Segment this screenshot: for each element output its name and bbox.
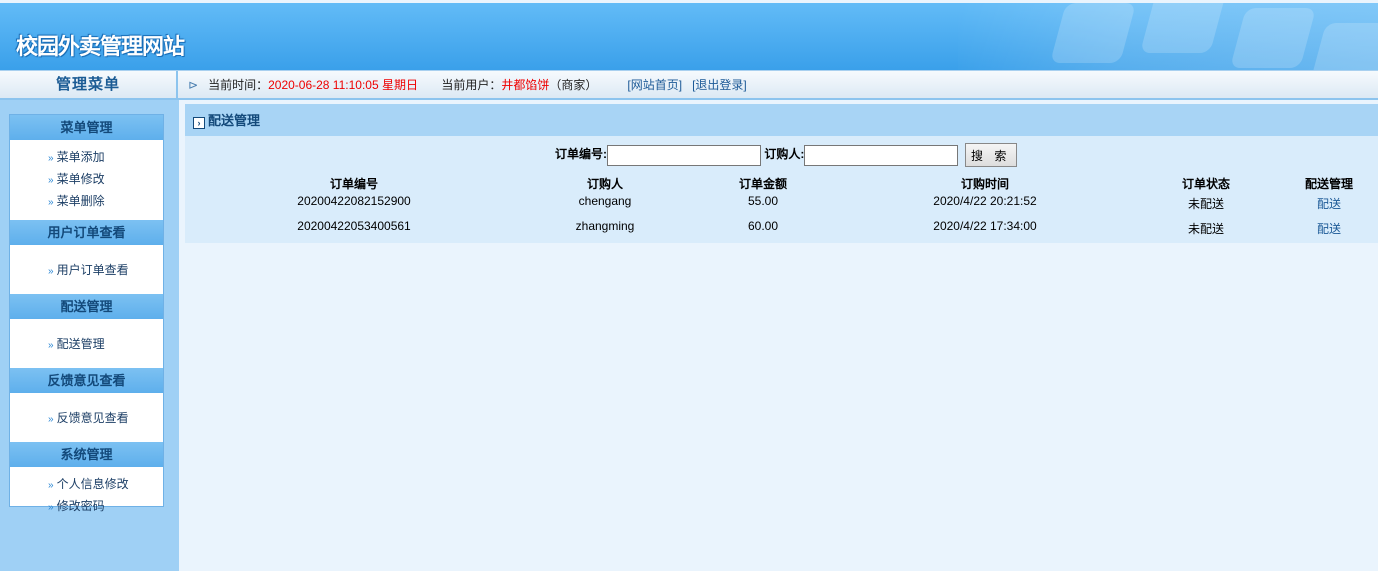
menu-group-title: 用户订单查看 xyxy=(10,220,163,245)
order-no-label: 订单编号: xyxy=(555,147,607,162)
double-chevron-icon: » xyxy=(48,414,54,425)
table-cell: 未配送 xyxy=(1187,197,1225,211)
expand-icon: › xyxy=(193,117,205,129)
table-cell: 60.00 xyxy=(747,219,779,233)
menu-item-label: 菜单添加 xyxy=(56,150,105,164)
menu-group-items: » 配送管理 xyxy=(10,319,163,368)
buyer-input[interactable] xyxy=(804,144,959,166)
menu-item[interactable]: » 配送管理 xyxy=(48,334,163,356)
menu-group-items: » 用户订单查看 xyxy=(10,245,163,294)
search-form: 订单编号: 订购人: 搜 索 xyxy=(555,143,1017,167)
menu-item-label: 菜单删除 xyxy=(56,194,105,208)
menu-group-title: 菜单管理 xyxy=(10,115,163,140)
top-info-bar: 管理菜单 ⊳ 当前时间：2020-06-28 11:10:05 星期日 当前用户… xyxy=(0,70,1378,100)
buyer-label: 订购人: xyxy=(764,147,805,162)
menu-item-label: 配送管理 xyxy=(56,337,105,351)
menu-group-title: 系统管理 xyxy=(10,442,163,467)
column-header: 订单金额 xyxy=(738,177,788,191)
menu-item[interactable]: » 个人信息修改 xyxy=(48,474,163,496)
column-header: 订单编号 xyxy=(329,177,379,191)
menu-item-label: 用户订单查看 xyxy=(56,263,129,277)
deliver-link[interactable]: 配送 xyxy=(1317,195,1341,212)
table-cell: 未配送 xyxy=(1187,222,1225,236)
menu-title: 管理菜单 xyxy=(0,71,178,99)
table-cell: 20200422082152900 xyxy=(297,194,411,208)
table-cell: 2020/4/22 20:21:52 xyxy=(933,194,1037,208)
menu-item[interactable]: » 菜单添加 xyxy=(48,147,163,169)
double-chevron-icon: » xyxy=(48,153,54,164)
menu-item[interactable]: » 修改密码 xyxy=(48,496,163,518)
double-chevron-icon: » xyxy=(48,502,54,513)
menu-group-items: » 菜单添加» 菜单修改» 菜单删除 xyxy=(10,140,163,220)
sidebar-menu: 菜单管理» 菜单添加» 菜单修改» 菜单删除 用户订单查看» 用户订单查看 配送管理» 配送管… xyxy=(9,114,164,513)
menu-group-items: » 个人信息修改» 修改密码 xyxy=(10,467,163,525)
panel-title: › 配送管理 xyxy=(185,104,1378,136)
user-label: 当前用户： xyxy=(441,78,502,92)
menu-item-label: 菜单修改 xyxy=(56,172,105,186)
keyboard-decoration xyxy=(958,3,1378,70)
double-chevron-icon: » xyxy=(48,175,54,186)
time-label: 当前时间： xyxy=(208,78,269,92)
menu-item-label: 反馈意见查看 xyxy=(56,411,129,425)
logout-link[interactable]: [退出登录] xyxy=(692,78,747,92)
double-chevron-icon: » xyxy=(48,266,54,277)
column-header: 订购人 xyxy=(586,177,624,191)
table-cell: 55.00 xyxy=(747,194,779,208)
table-cell: 2020/4/22 17:34:00 xyxy=(933,219,1037,233)
site-logo: 校园外卖管理网站 xyxy=(16,34,185,59)
search-button[interactable]: 搜 索 xyxy=(964,143,1017,167)
menu-group-title: 配送管理 xyxy=(10,294,163,319)
menu-group-title: 反馈意见查看 xyxy=(10,368,163,393)
play-icon: ⊳ xyxy=(188,78,199,92)
menu-item[interactable]: » 菜单删除 xyxy=(48,191,163,213)
menu-item-label: 个人信息修改 xyxy=(56,477,129,491)
user-role: （商家） xyxy=(549,78,598,92)
table-cell: chengang xyxy=(578,194,632,208)
menu-group-items: » 反馈意见查看 xyxy=(10,393,163,442)
home-link[interactable]: [网站首页] xyxy=(627,78,682,92)
order-no-input[interactable] xyxy=(607,144,761,166)
menu-item[interactable]: » 菜单修改 xyxy=(48,169,163,191)
column-header: 订单状态 xyxy=(1181,177,1231,191)
panel-title-text: 配送管理 xyxy=(208,113,261,128)
menu-item-label: 修改密码 xyxy=(56,499,105,513)
delivery-panel: › 配送管理 订单编号: 订购人: 搜 索 订单编号 订购人 订单金额 订购时间 订单状态… xyxy=(185,104,1378,243)
double-chevron-icon: » xyxy=(48,340,54,351)
column-header: 订购时间 xyxy=(960,177,1010,191)
menu-item[interactable]: » 用户订单查看 xyxy=(48,260,163,282)
current-user: 井都馅饼 xyxy=(501,78,550,92)
double-chevron-icon: » xyxy=(48,197,54,208)
sidebar: 菜单管理» 菜单添加» 菜单修改» 菜单删除 用户订单查看» 用户订单查看 配送管理» 配送管… xyxy=(0,100,179,571)
site-header: 校园外卖管理网站 xyxy=(0,3,1378,70)
table-cell: 20200422053400561 xyxy=(297,219,411,233)
deliver-link[interactable]: 配送 xyxy=(1317,220,1341,237)
current-time: 2020-06-28 11:10:05 星期日 xyxy=(268,78,418,92)
column-header: 配送管理 xyxy=(1304,177,1354,191)
table-cell: zhangming xyxy=(575,219,635,233)
double-chevron-icon: » xyxy=(48,480,54,491)
menu-item[interactable]: » 反馈意见查看 xyxy=(48,408,163,430)
